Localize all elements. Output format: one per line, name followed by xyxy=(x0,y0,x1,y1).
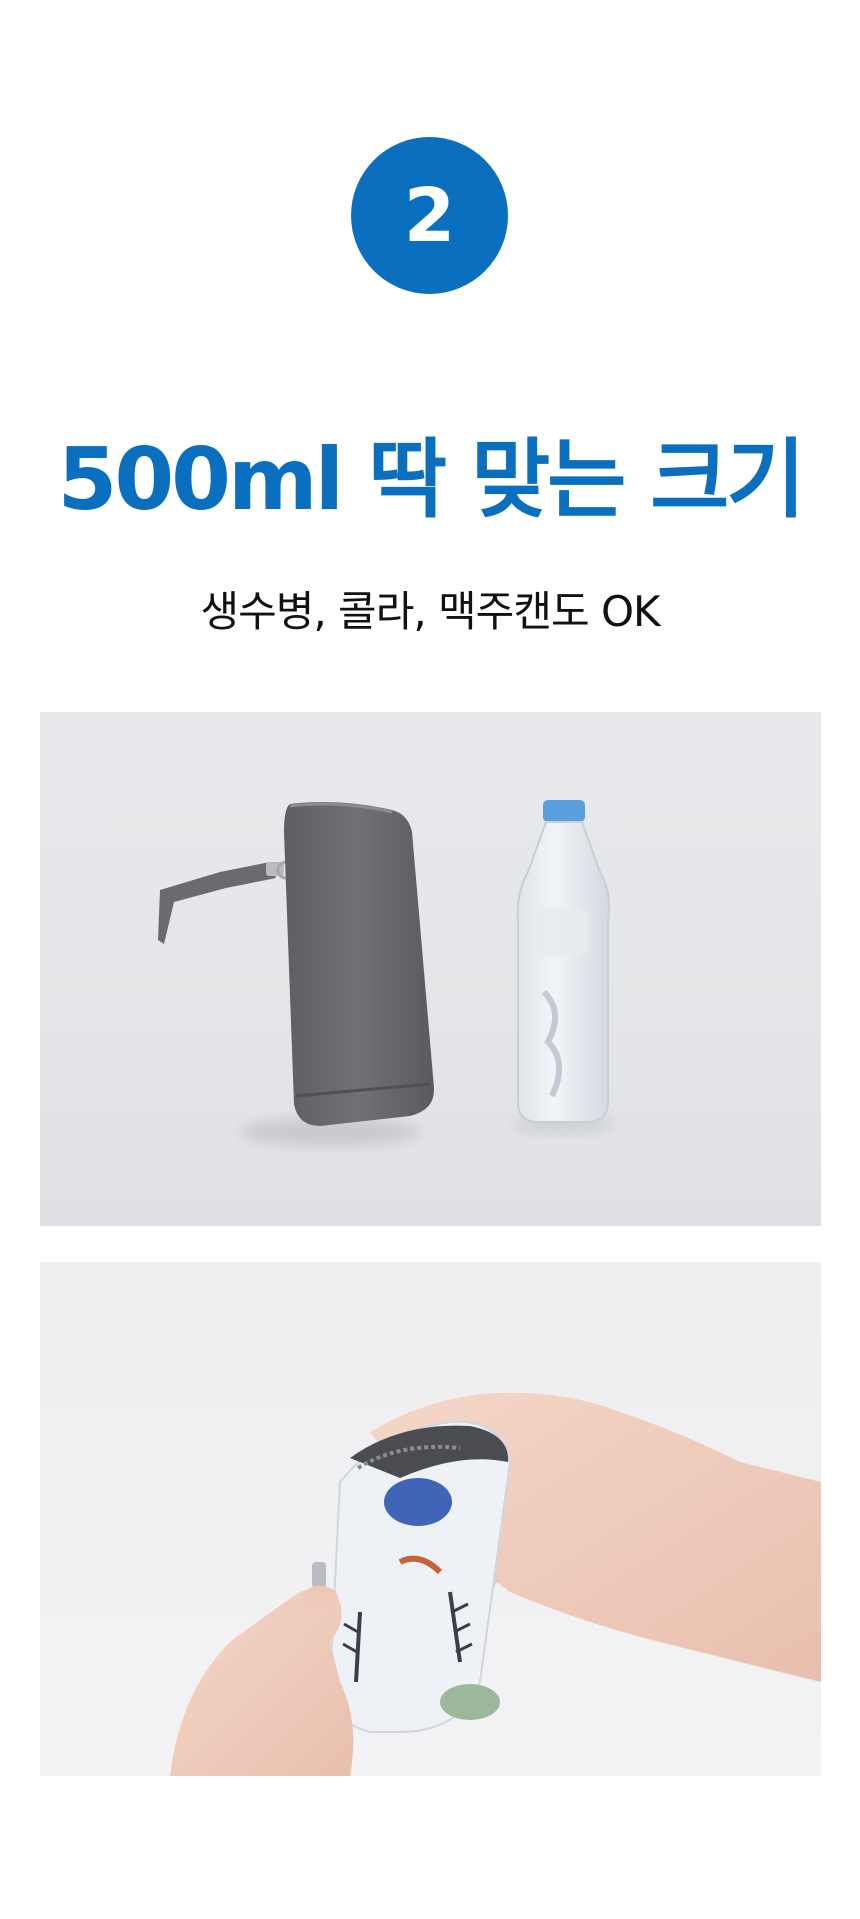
step-number-badge: 2 xyxy=(351,137,508,294)
photo-size-comparison xyxy=(40,712,821,1226)
headline: 500ml 딱 맞는 크기 xyxy=(57,430,805,530)
photo-insert-bottle xyxy=(40,1262,821,1776)
step-number: 2 xyxy=(403,172,456,259)
subheadline: 생수병, 콜라, 맥주캔도 OK xyxy=(200,587,660,636)
